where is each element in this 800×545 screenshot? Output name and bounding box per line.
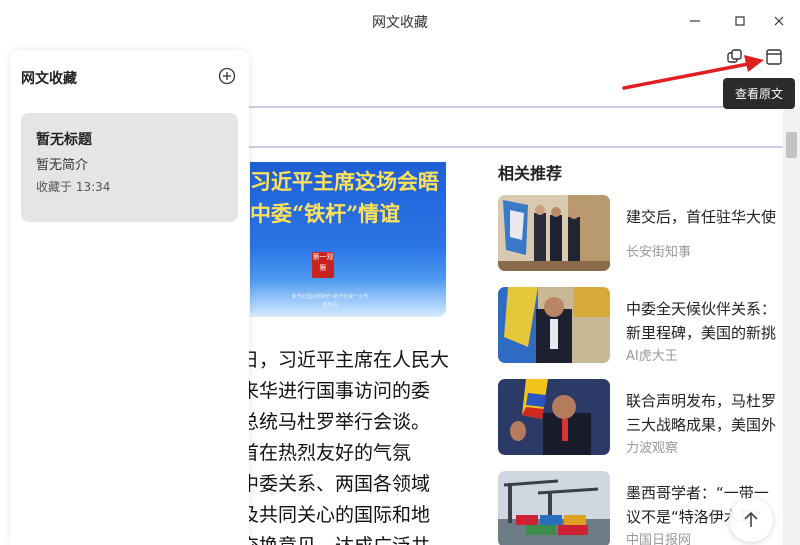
card-title: 暂无标题 (36, 132, 92, 148)
sidebar-title: 网文收藏 (21, 71, 77, 87)
copy-button[interactable] (724, 46, 746, 68)
copy-icon (727, 49, 742, 63)
view-original-tooltip: 查看原文 (723, 78, 795, 109)
arrow-up-icon (744, 511, 758, 527)
recommendation-thumbnail (498, 287, 610, 363)
recommendation-item[interactable]: 建交后，首任驻华大使 长安街知事 (498, 195, 798, 271)
recommendation-thumbnail (498, 379, 610, 455)
recommendation-source: AI虎大王 (626, 349, 678, 364)
close-icon (774, 16, 784, 26)
article-line: 首在热烈友好的气氛 (240, 442, 412, 464)
recommendation-thumbnail (498, 471, 610, 545)
maximize-icon (735, 16, 745, 26)
article-line: 及共同关心的国际和地 (240, 504, 431, 526)
recommendation-source: 中国日报网 (626, 533, 692, 545)
recommendation-item[interactable]: 联合声明发布，马杜罗 三大战略成果，美国外 力波观察 (498, 379, 798, 456)
back-to-top-button[interactable] (729, 498, 773, 542)
article-hero-image: 习近平主席这场会晤 中委“铁杆”情谊 第一观察 新华社国内部制作 新华社第一工作… (250, 162, 446, 317)
article-header-bar (248, 106, 783, 148)
scrollbar-thumb[interactable] (786, 132, 797, 158)
recommendation-item[interactable]: 中委全天候伙伴关系： 新里程碑，美国的新挑 AI虎大王 (498, 287, 798, 364)
recommendations-heading: 相关推荐 (498, 164, 563, 183)
recommendation-source: 力波观察 (626, 441, 679, 456)
add-icon[interactable] (218, 67, 236, 85)
related-recommendations: 相关推荐 建交后，首任驻华大使 长安街知事 中委全天候伙伴关系： 新里程碑，美国… (498, 160, 798, 545)
favorites-sidebar: 网文收藏 暂无标题 暂无简介 收藏于 13:34 (10, 50, 249, 545)
article-line: 日，习近平主席在人民大 (240, 349, 450, 371)
article-line: 中委关系、两国各领域 (240, 473, 431, 495)
article-body: 日，习近平主席在人民大 来华进行国事访问的委 总统马杜罗举行会谈。 首在热烈友好… (240, 345, 460, 545)
image-seal: 第一观察 (312, 252, 334, 278)
minimize-button[interactable] (680, 6, 710, 36)
article-line: 来华进行国事访问的委 (240, 380, 431, 402)
recommendation-title: 建交后，首任驻华大使 (626, 208, 777, 226)
recommendation-title: 中委全天候伙伴关系： 新里程碑，美国的新挑 (626, 300, 777, 342)
article-line: 交换意见，达成广泛共 (240, 531, 460, 545)
recommendation-title: 联合声明发布，马杜罗 三大战略成果，美国外 (626, 392, 777, 434)
vertical-scrollbar[interactable] (783, 106, 800, 545)
title-bar: 网文收藏 (0, 0, 800, 42)
browser-window-icon (766, 49, 782, 65)
close-button[interactable] (764, 6, 794, 36)
image-credit: 新华社国内部制作 新华社第一工作室出品 (291, 294, 369, 308)
maximize-button[interactable] (725, 6, 755, 36)
image-headline-1: 习近平主席这场会晤 (250, 169, 439, 194)
recommendation-thumbnail (498, 195, 610, 271)
minimize-icon (690, 20, 700, 22)
article-line: 总统马杜罗举行会谈。 (240, 411, 431, 433)
card-subtitle: 暂无简介 (36, 158, 89, 173)
card-saved-time: 收藏于 13:34 (36, 180, 111, 194)
view-original-button[interactable] (763, 46, 785, 68)
image-headline-2: 中委“铁杆”情谊 (250, 201, 401, 226)
recommendation-source: 长安街知事 (626, 245, 692, 260)
saved-article-card[interactable]: 暂无标题 暂无简介 收藏于 13:34 (21, 113, 238, 222)
